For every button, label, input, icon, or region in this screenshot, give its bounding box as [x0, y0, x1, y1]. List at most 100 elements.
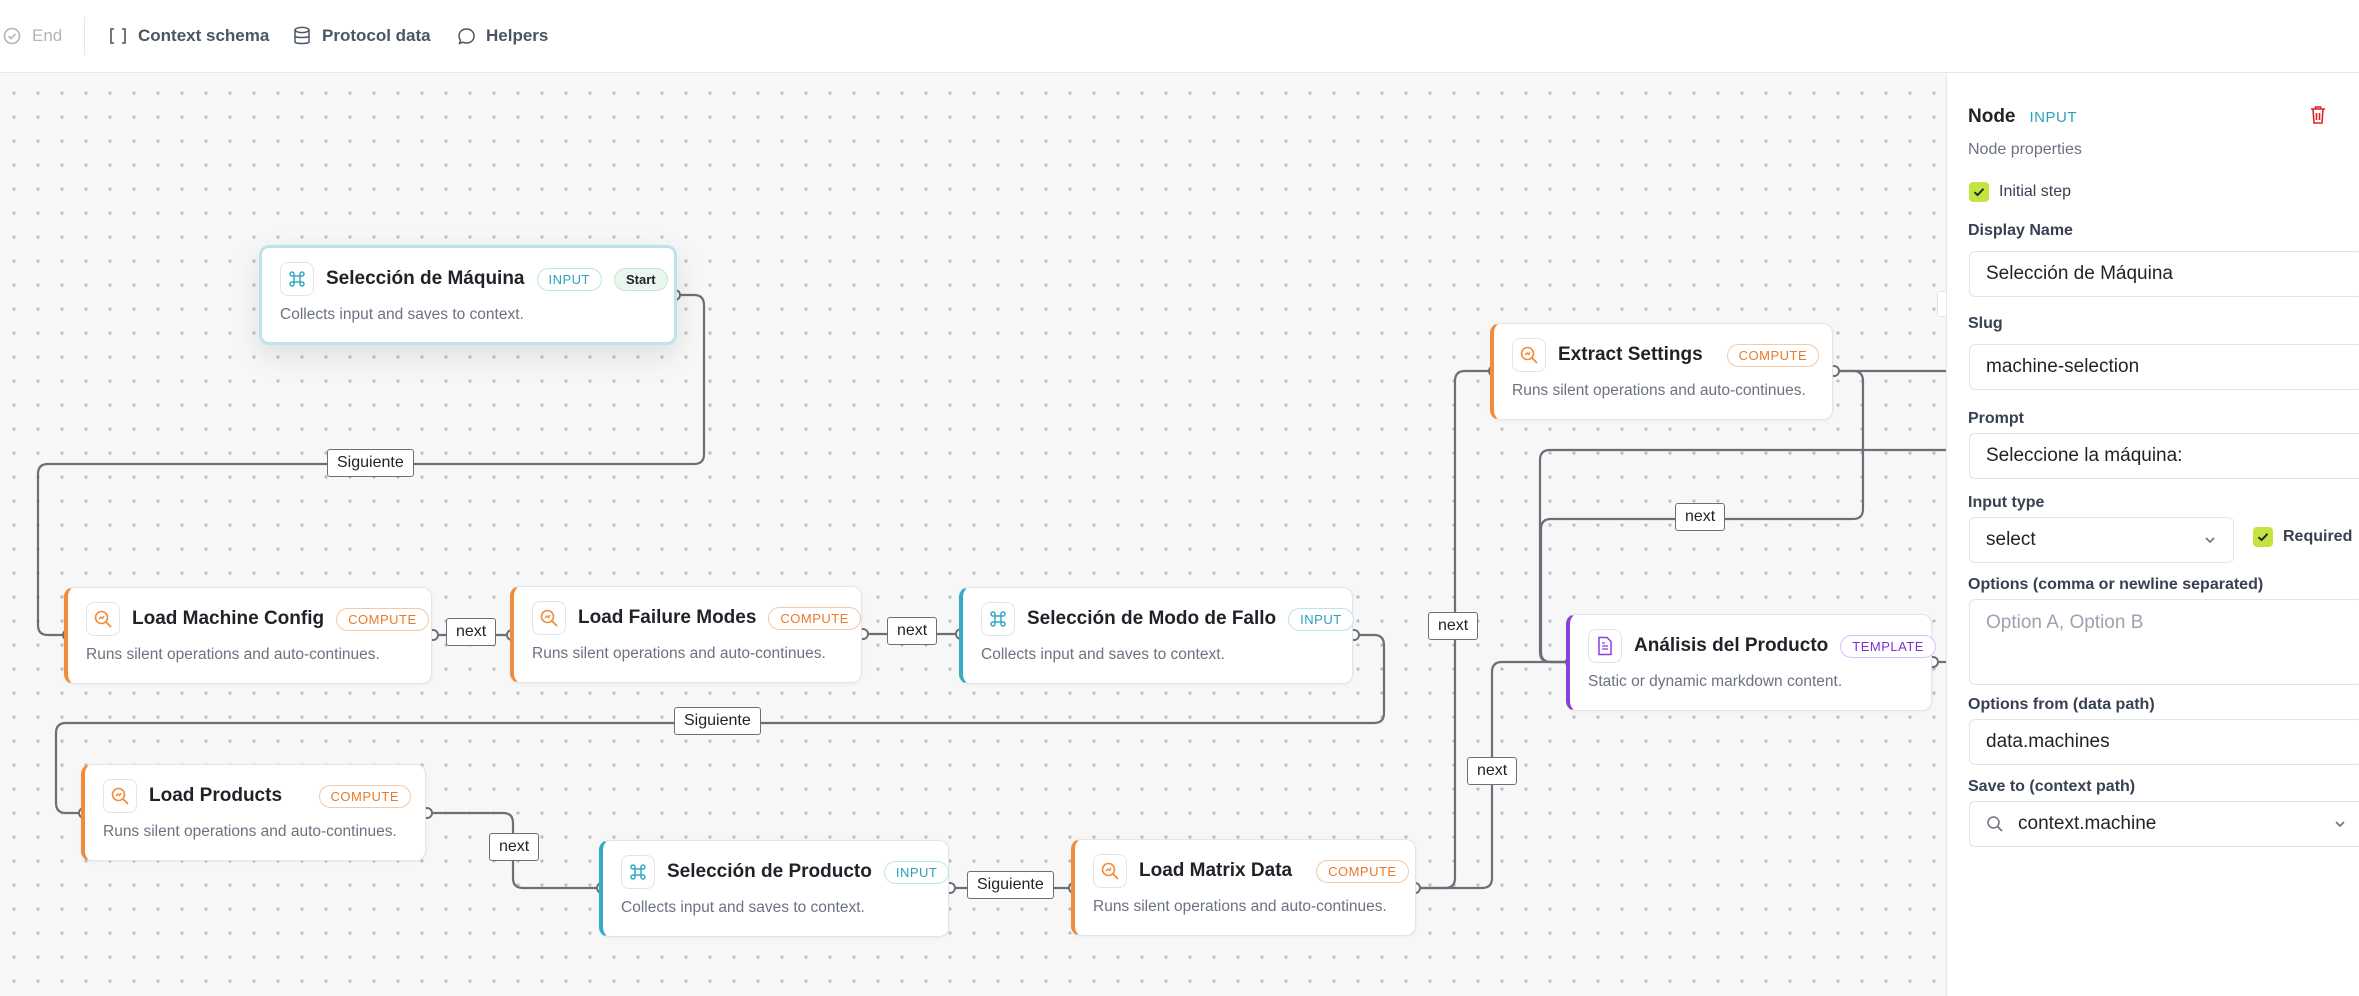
panel-header: Node INPUT	[1968, 106, 2077, 128]
required-label: Required	[2283, 528, 2353, 545]
flow-node-load-products[interactable]: Load Products COMPUTE Runs silent operat…	[81, 764, 426, 861]
input-type-value: select	[1986, 529, 2036, 550]
display-name-label: Display Name	[1968, 222, 2073, 239]
trash-icon	[2311, 106, 2325, 124]
end-label: End	[32, 26, 63, 45]
options-from-field[interactable]: data.machines	[1969, 719, 2359, 765]
node-title: Load Products	[149, 785, 283, 806]
context-schema-button[interactable]: Context schema	[108, 26, 269, 46]
node-type-badge: COMPUTE	[768, 606, 861, 630]
flow-node-seleccion-producto[interactable]: Selección de Producto INPUT Collects inp…	[599, 840, 950, 937]
flow-node-load-failure-modes[interactable]: Load Failure Modes COMPUTE Runs silent o…	[510, 586, 862, 683]
node-description: Collects input and saves to context.	[621, 899, 865, 916]
input-type-select[interactable]: select	[1969, 517, 2234, 563]
edge-label[interactable]: next	[887, 617, 938, 645]
prompt-label: Prompt	[1968, 410, 2024, 427]
edge-label[interactable]: next	[1428, 612, 1479, 640]
search-chart-icon	[86, 602, 120, 636]
checkbox-checked-icon	[2253, 527, 2273, 547]
display-name-field[interactable]: Selección de Máquina	[1969, 251, 2359, 297]
node-description: Runs silent operations and auto-continue…	[1093, 898, 1387, 915]
required-checkbox[interactable]: Required	[2253, 527, 2352, 547]
edge-label[interactable]: next	[1675, 503, 1726, 531]
node-title: Selección de Modo de Fallo	[1027, 608, 1277, 629]
flow-node-seleccion-maquina[interactable]: Selección de Máquina INPUT Start Collect…	[259, 245, 677, 345]
node-description: Runs silent operations and auto-continue…	[103, 823, 397, 840]
input-type-label: Input type	[1968, 494, 2045, 511]
node-properties-panel: Node INPUT Node properties Initial step …	[1946, 73, 2359, 996]
flow-node-extract-settings[interactable]: Extract Settings COMPUTE Runs silent ope…	[1490, 323, 1833, 420]
protocol-data-button[interactable]: Protocol data	[292, 26, 431, 46]
options-textarea[interactable]: Option A, Option B	[1969, 599, 2359, 685]
command-icon	[280, 262, 314, 296]
save-to-combobox[interactable]: context.machine	[1969, 801, 2359, 847]
flow-node-analisis-producto[interactable]: Análisis del Producto TEMPLATE Static or…	[1566, 614, 1936, 711]
chevron-down-icon	[2205, 537, 2215, 544]
node-type-badge: COMPUTE	[318, 784, 411, 808]
node-type-badge: INPUT	[536, 267, 602, 291]
initial-step-checkbox[interactable]: Initial step	[1969, 182, 2071, 202]
node-type-badge: INPUT	[883, 860, 950, 884]
initial-step-label: Initial step	[1999, 183, 2072, 200]
chevron-down-icon	[2335, 821, 2345, 828]
document-icon	[1588, 629, 1622, 663]
edge-label[interactable]: Siguiente	[967, 871, 1054, 899]
panel-subtitle: Node properties	[1968, 141, 2082, 158]
checkbox-checked-icon	[1969, 182, 1989, 202]
slug-field[interactable]: machine-selection	[1969, 344, 2359, 390]
node-title: Selección de Producto	[667, 861, 872, 882]
flow-canvas[interactable]: Siguiente next next Siguiente next Sigui…	[0, 73, 1946, 996]
panel-title: Node	[1968, 106, 2016, 127]
node-type-badge: INPUT	[1288, 607, 1354, 631]
node-title: Load Failure Modes	[578, 607, 757, 628]
brackets-icon	[108, 26, 128, 46]
top-toolbar: End Context schema Protocol data Helpers	[0, 0, 2359, 73]
node-title: Load Machine Config	[132, 608, 325, 629]
search-chart-icon	[1093, 854, 1127, 888]
flow-node-seleccion-modo-fallo[interactable]: Selección de Modo de Fallo INPUT Collect…	[959, 587, 1354, 684]
save-to-label: Save to (context path)	[1968, 778, 2136, 795]
flow-node-load-machine-config[interactable]: Load Machine Config COMPUTE Runs silent …	[64, 587, 432, 684]
search-chart-icon	[1512, 338, 1546, 372]
edge-label[interactable]: next	[446, 618, 497, 646]
protocol-data-label: Protocol data	[322, 26, 431, 45]
command-icon	[621, 855, 655, 889]
node-description: Runs silent operations and auto-continue…	[532, 645, 826, 662]
node-type-badge: COMPUTE	[336, 607, 429, 631]
delete-node-button[interactable]	[2309, 105, 2327, 130]
edge-label[interactable]: next	[1467, 757, 1518, 785]
toolbar-divider	[84, 17, 85, 55]
options-label: Options (comma or newline separated)	[1968, 576, 2264, 593]
save-to-value: context.machine	[2018, 813, 2157, 834]
node-description: Static or dynamic markdown content.	[1588, 673, 1843, 690]
node-description: Runs silent operations and auto-continue…	[1512, 382, 1806, 399]
flow-node-load-matrix-data[interactable]: Load Matrix Data COMPUTE Runs silent ope…	[1071, 839, 1416, 936]
panel-type-badge: INPUT	[2029, 108, 2077, 126]
edge-label[interactable]: next	[489, 833, 540, 861]
edge-label[interactable]: Siguiente	[674, 707, 761, 735]
node-type-badge: COMPUTE	[1726, 343, 1820, 367]
edge-label[interactable]: Siguiente	[327, 449, 414, 477]
check-circle-icon	[2, 26, 22, 46]
start-badge: Start	[614, 267, 668, 291]
context-schema-label: Context schema	[138, 26, 270, 45]
node-description: Collects input and saves to context.	[981, 646, 1225, 663]
options-from-label: Options from (data path)	[1968, 696, 2155, 713]
node-type-badge: TEMPLATE	[1840, 634, 1936, 658]
node-description: Collects input and saves to context.	[280, 306, 524, 323]
node-description: Runs silent operations and auto-continue…	[86, 646, 380, 663]
database-icon	[292, 26, 312, 46]
command-icon	[981, 602, 1015, 636]
node-title: Selección de Máquina	[326, 268, 525, 289]
helpers-label: Helpers	[486, 26, 549, 45]
offscreen-node-edge[interactable]	[1937, 291, 1946, 317]
node-title: Load Matrix Data	[1139, 860, 1293, 881]
prompt-field[interactable]: Seleccione la máquina:	[1969, 433, 2359, 479]
node-title: Extract Settings	[1558, 344, 1703, 365]
node-title: Análisis del Producto	[1634, 635, 1829, 656]
helpers-button[interactable]: Helpers	[456, 26, 548, 46]
chat-bubble-icon	[456, 26, 476, 46]
slug-label: Slug	[1968, 315, 2003, 332]
end-button[interactable]: End	[2, 26, 62, 46]
search-icon	[1987, 816, 2003, 832]
